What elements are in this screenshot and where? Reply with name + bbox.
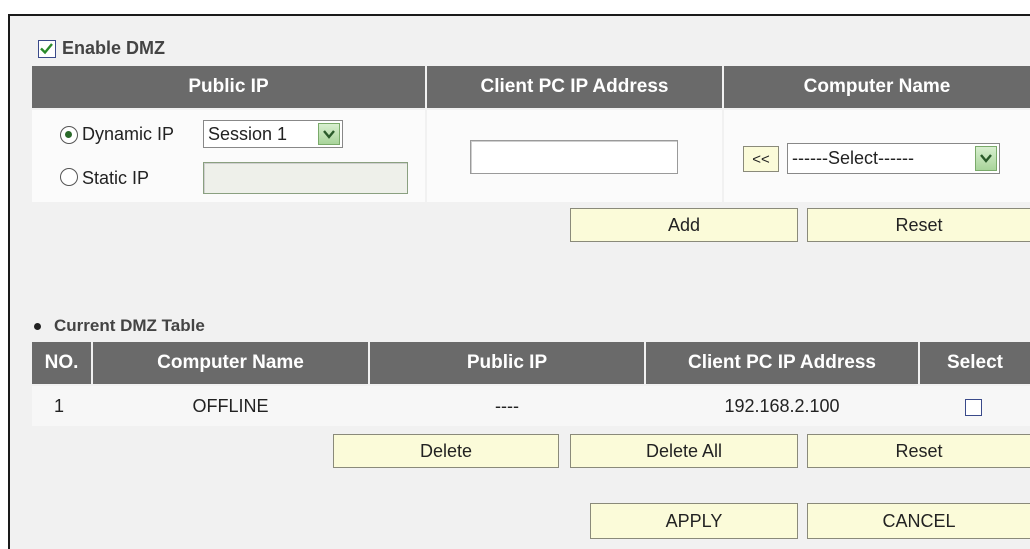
header-computer-name: Computer Name xyxy=(724,66,1030,108)
dmz-panel: Enable DMZ Public IP Client PC IP Addres… xyxy=(8,14,1030,549)
enable-dmz-checkbox[interactable] xyxy=(38,40,56,58)
computer-name-select-value: ------Select------ xyxy=(792,148,914,168)
row-public-ip: ---- xyxy=(495,396,519,416)
client-pc-ip-input[interactable] xyxy=(470,140,678,174)
table-header-no: NO. xyxy=(32,342,91,384)
enable-dmz-label: Enable DMZ xyxy=(62,38,166,58)
dynamic-ip-label: Dynamic IP xyxy=(82,124,175,144)
row-no: 1 xyxy=(54,396,65,416)
session-select[interactable]: Session 1 xyxy=(203,120,343,148)
checkmark-icon xyxy=(40,43,53,55)
delete-button[interactable]: Delete xyxy=(333,434,559,468)
row-computer-name: OFFLINE xyxy=(192,396,269,416)
dynamic-ip-radio[interactable] xyxy=(60,126,78,144)
apply-button[interactable]: APPLY xyxy=(590,503,798,539)
table-header-public-ip: Public IP xyxy=(370,342,644,384)
row-client-ip: 192.168.2.100 xyxy=(724,396,840,416)
static-ip-label: Static IP xyxy=(82,168,150,188)
header-public-ip: Public IP xyxy=(32,66,425,108)
chevron-down-icon xyxy=(318,123,340,145)
table-header-client-ip: Client PC IP Address xyxy=(646,342,918,384)
table-header-computer-name: Computer Name xyxy=(93,342,368,384)
row-select-checkbox[interactable] xyxy=(965,399,982,416)
current-dmz-table-title: Current DMZ Table xyxy=(54,316,205,335)
session-select-value: Session 1 xyxy=(208,123,288,144)
header-client-pc-ip: Client PC IP Address xyxy=(427,66,722,108)
cancel-button[interactable]: CANCEL xyxy=(807,503,1030,539)
reset-table-button[interactable]: Reset xyxy=(807,434,1030,468)
reset-form-button[interactable]: Reset xyxy=(807,208,1030,242)
delete-all-button[interactable]: Delete All xyxy=(570,434,798,468)
copy-computer-name-button[interactable]: << xyxy=(743,146,779,172)
table-header-select: Select xyxy=(920,342,1030,384)
computer-name-select[interactable]: ------Select------ xyxy=(787,143,1000,174)
static-ip-input[interactable] xyxy=(203,162,408,194)
bullet-icon xyxy=(34,323,41,330)
static-ip-radio[interactable] xyxy=(60,168,78,186)
chevron-down-icon xyxy=(975,146,997,171)
add-button[interactable]: Add xyxy=(570,208,798,242)
